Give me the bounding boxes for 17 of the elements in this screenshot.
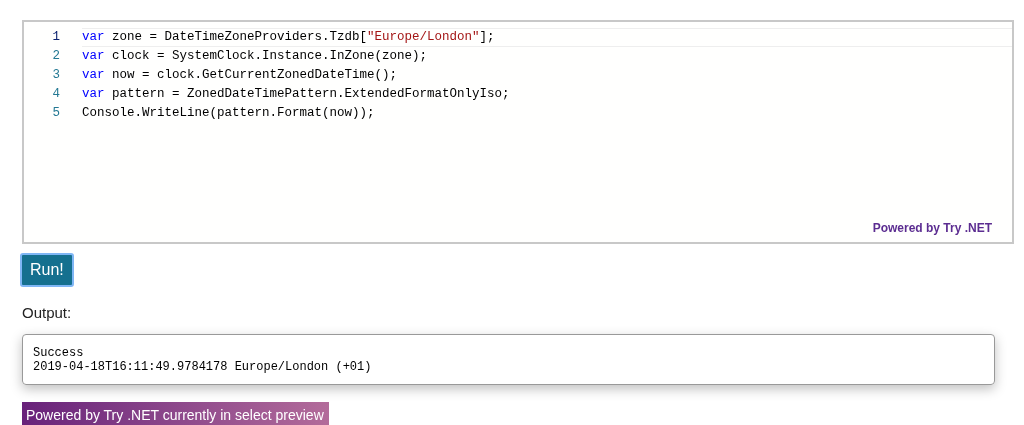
line-number: 4 bbox=[51, 86, 60, 104]
code-line: var pattern = ZonedDateTimePattern.ExtendedFormatOnlyIso; bbox=[82, 86, 511, 104]
code-line: var now = clock.GetCurrentZonedDateTime(); bbox=[82, 67, 399, 85]
line-number: 5 bbox=[51, 105, 60, 123]
code-editor[interactable] bbox=[22, 20, 1014, 244]
preview-banner: Powered by Try .NET currently in select preview bbox=[22, 402, 329, 425]
output-line: Success bbox=[33, 346, 85, 360]
output-label: Output: bbox=[22, 304, 72, 321]
output-line: 2019-04-18T16:11:49.9784178 Europe/London (+01) bbox=[33, 360, 373, 374]
code-line: var zone = DateTimeZoneProviders.Tzdb["Europe/London"]; bbox=[82, 28, 1012, 47]
line-number: 3 bbox=[51, 67, 60, 85]
code-line: Console.WriteLine(pattern.Format(now)); bbox=[82, 105, 376, 123]
line-number: 2 bbox=[51, 48, 60, 66]
run-button[interactable]: Run! bbox=[20, 253, 74, 287]
powered-by-label: Powered by Try .NET bbox=[872, 220, 992, 237]
line-number: 1 bbox=[51, 29, 60, 47]
code-line: var clock = SystemClock.Instance.InZone(zone); bbox=[82, 48, 429, 66]
